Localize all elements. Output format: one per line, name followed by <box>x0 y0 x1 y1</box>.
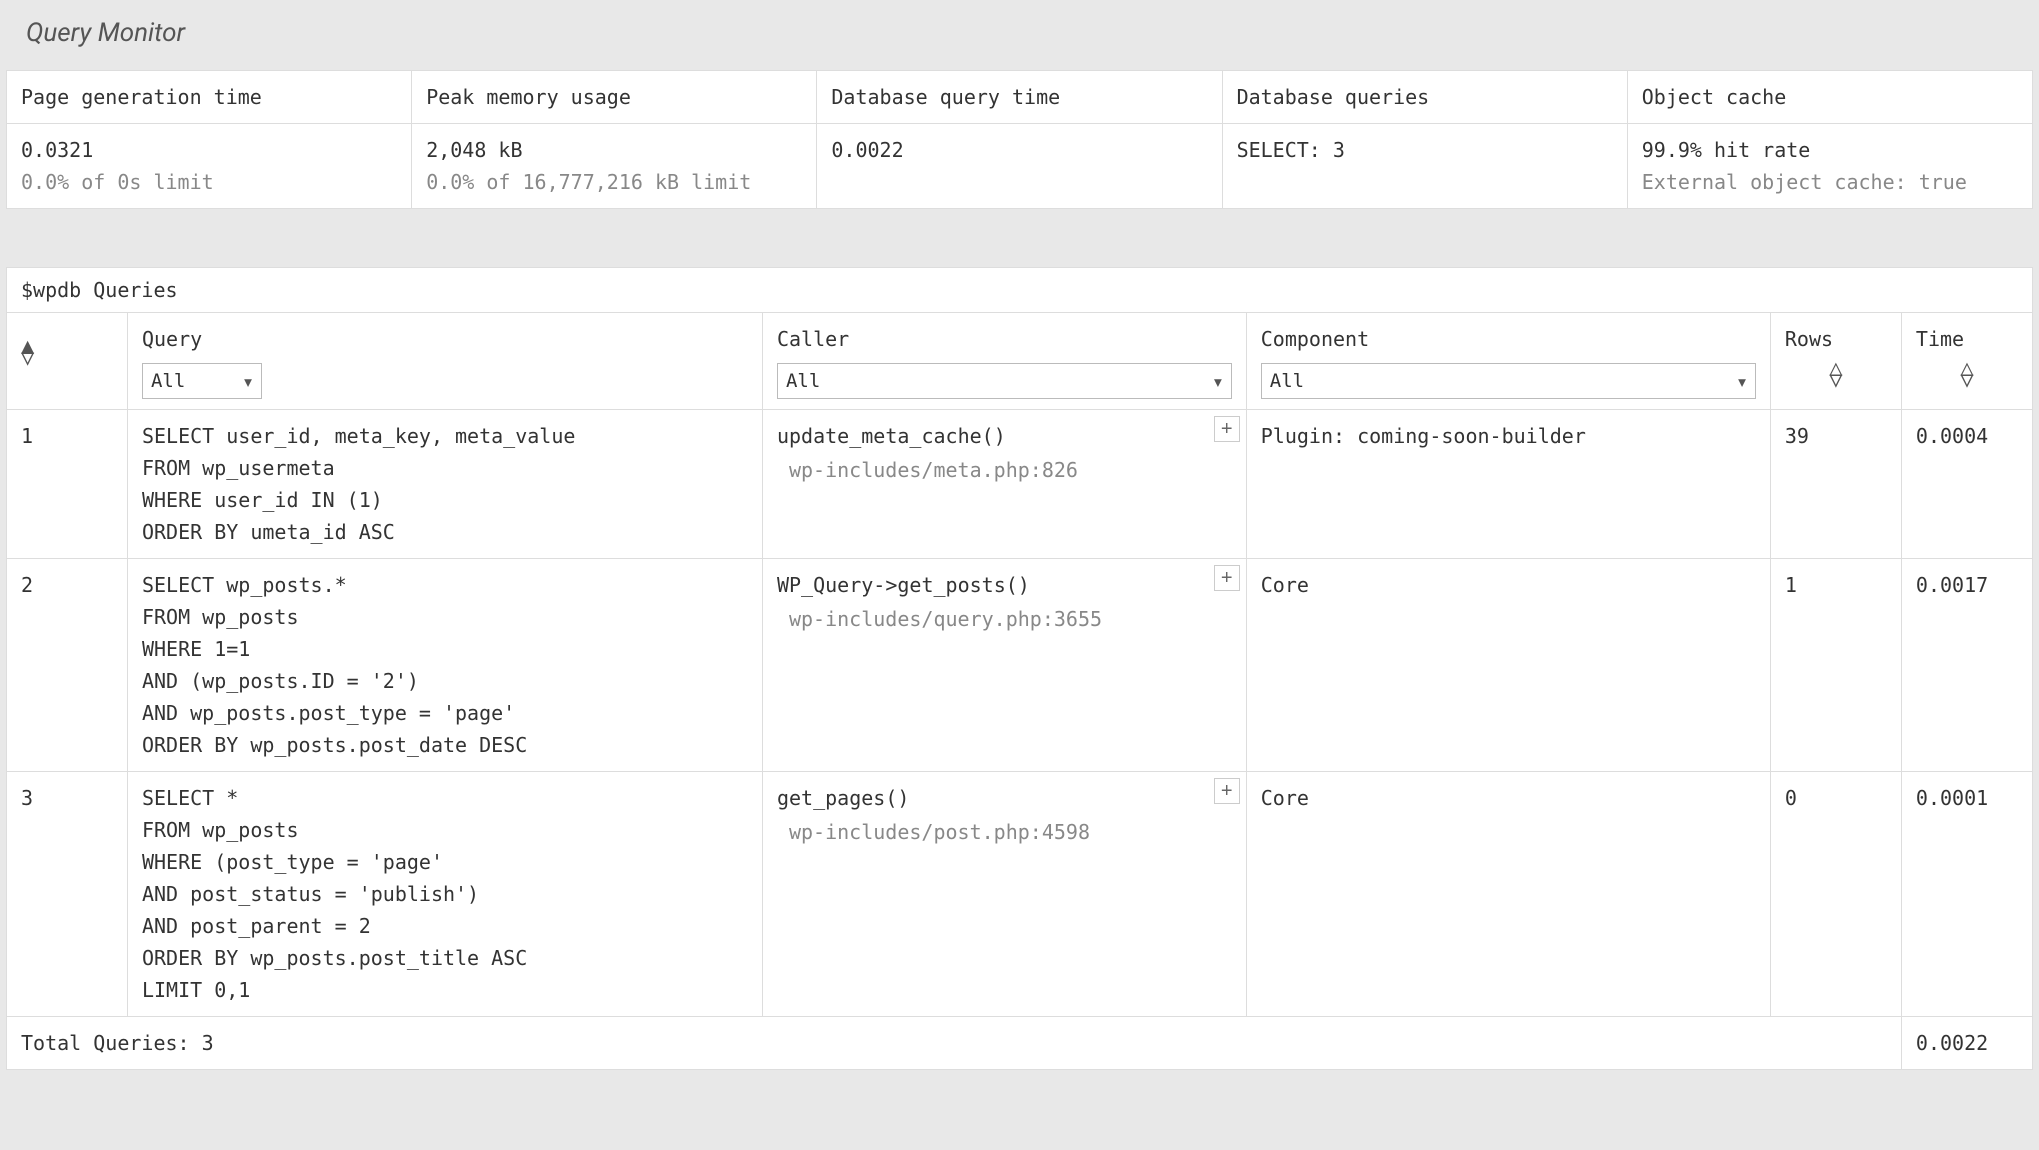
column-header-caller: Caller All ▼ <box>762 313 1246 410</box>
query-number: 3 <box>7 772 128 1017</box>
stats-header-row: Page generation time Peak memory usage D… <box>7 71 2033 124</box>
query-sql: SELECT user_id, meta_key, meta_value FRO… <box>127 410 762 559</box>
query-sql: SELECT * FROM wp_posts WHERE (post_type … <box>127 772 762 1017</box>
column-header-component: Component All ▼ <box>1246 313 1770 410</box>
query-rows: 0 <box>1770 772 1901 1017</box>
query-component: Core <box>1246 772 1770 1017</box>
query-component: Core <box>1246 559 1770 772</box>
expand-caller-button[interactable]: + <box>1214 565 1240 591</box>
column-header-query: Query All ▼ <box>127 313 762 410</box>
column-label-component: Component <box>1261 327 1369 351</box>
stat-value-memory: 2,048 kB <box>426 134 802 166</box>
query-number: 1 <box>7 410 128 559</box>
footer-total: Total Queries: 3 <box>7 1017 1902 1070</box>
query-caller-cell: get_pages() wp-includes/post.php:4598 + <box>762 772 1246 1017</box>
expand-caller-button[interactable]: + <box>1214 778 1240 804</box>
stat-header-pagegen: Page generation time <box>21 81 397 113</box>
stat-sub-memory: 0.0% of 16,777,216 kB limit <box>426 166 802 198</box>
stat-header-dbtime: Database query time <box>831 81 1207 113</box>
query-time: 0.0017 <box>1901 559 2032 772</box>
caller-path: wp-includes/post.php:4598 <box>777 816 1232 848</box>
query-caller-cell: WP_Query->get_posts() wp-includes/query.p… <box>762 559 1246 772</box>
sort-number-icon: ▲ ▽ <box>21 341 34 365</box>
query-number: 2 <box>7 559 128 772</box>
sort-rows-icon: △ ▽ <box>1785 363 1887 387</box>
stat-sub-objcache: External object cache: true <box>1642 166 2018 198</box>
column-label-time: Time <box>1916 327 1964 351</box>
queries-header-row: ▲ ▽ Query All ▼ Caller All <box>7 313 2033 410</box>
query-filter-select[interactable]: All <box>142 363 262 399</box>
queries-table: ▲ ▽ Query All ▼ Caller All <box>6 312 2033 1070</box>
table-row: 3SELECT * FROM wp_posts WHERE (post_type… <box>7 772 2033 1017</box>
table-row: 2SELECT wp_posts.* FROM wp_posts WHERE 1… <box>7 559 2033 772</box>
column-label-caller: Caller <box>777 327 849 351</box>
caller-path: wp-includes/query.php:3655 <box>777 603 1232 635</box>
component-filter-select[interactable]: All <box>1261 363 1756 399</box>
column-sort-number[interactable]: ▲ ▽ <box>7 313 128 410</box>
caller-function: WP_Query->get_posts() <box>777 573 1030 597</box>
footer-time: 0.0022 <box>1901 1017 2032 1070</box>
stats-table: Page generation time Peak memory usage D… <box>6 70 2033 209</box>
panel-title: Query Monitor <box>0 0 2039 70</box>
query-component: Plugin: coming-soon-builder <box>1246 410 1770 559</box>
caller-path: wp-includes/meta.php:826 <box>777 454 1232 486</box>
query-time: 0.0004 <box>1901 410 2032 559</box>
caller-filter-select[interactable]: All <box>777 363 1232 399</box>
column-header-time[interactable]: Time △ ▽ <box>1901 313 2032 410</box>
stat-header-objcache: Object cache <box>1642 81 2018 113</box>
query-rows: 39 <box>1770 410 1901 559</box>
stat-value-objcache: 99.9% hit rate <box>1642 134 2018 166</box>
table-row: 1SELECT user_id, meta_key, meta_value FR… <box>7 410 2033 559</box>
footer-row: Total Queries: 3 0.0022 <box>7 1017 2033 1070</box>
stat-sub-pagegen: 0.0% of 0s limit <box>21 166 397 198</box>
query-time: 0.0001 <box>1901 772 2032 1017</box>
column-label-rows: Rows <box>1785 327 1833 351</box>
caller-function: update_meta_cache() <box>777 424 1006 448</box>
query-sql: SELECT wp_posts.* FROM wp_posts WHERE 1=… <box>127 559 762 772</box>
stat-value-pagegen: 0.0321 <box>21 134 397 166</box>
sort-time-icon: △ ▽ <box>1916 363 2018 387</box>
expand-caller-button[interactable]: + <box>1214 416 1240 442</box>
section-title: $wpdb Queries <box>6 267 2033 312</box>
stat-value-dbtime: 0.0022 <box>831 134 1207 166</box>
stats-value-row: 0.0321 0.0% of 0s limit 2,048 kB 0.0% of… <box>7 124 2033 209</box>
stat-header-memory: Peak memory usage <box>426 81 802 113</box>
stat-value-dbqueries: SELECT: 3 <box>1237 134 1613 166</box>
query-rows: 1 <box>1770 559 1901 772</box>
stat-header-dbqueries: Database queries <box>1237 81 1613 113</box>
query-caller-cell: update_meta_cache() wp-includes/meta.php:… <box>762 410 1246 559</box>
caller-function: get_pages() <box>777 786 909 810</box>
column-label-query: Query <box>142 327 202 351</box>
column-header-rows[interactable]: Rows △ ▽ <box>1770 313 1901 410</box>
